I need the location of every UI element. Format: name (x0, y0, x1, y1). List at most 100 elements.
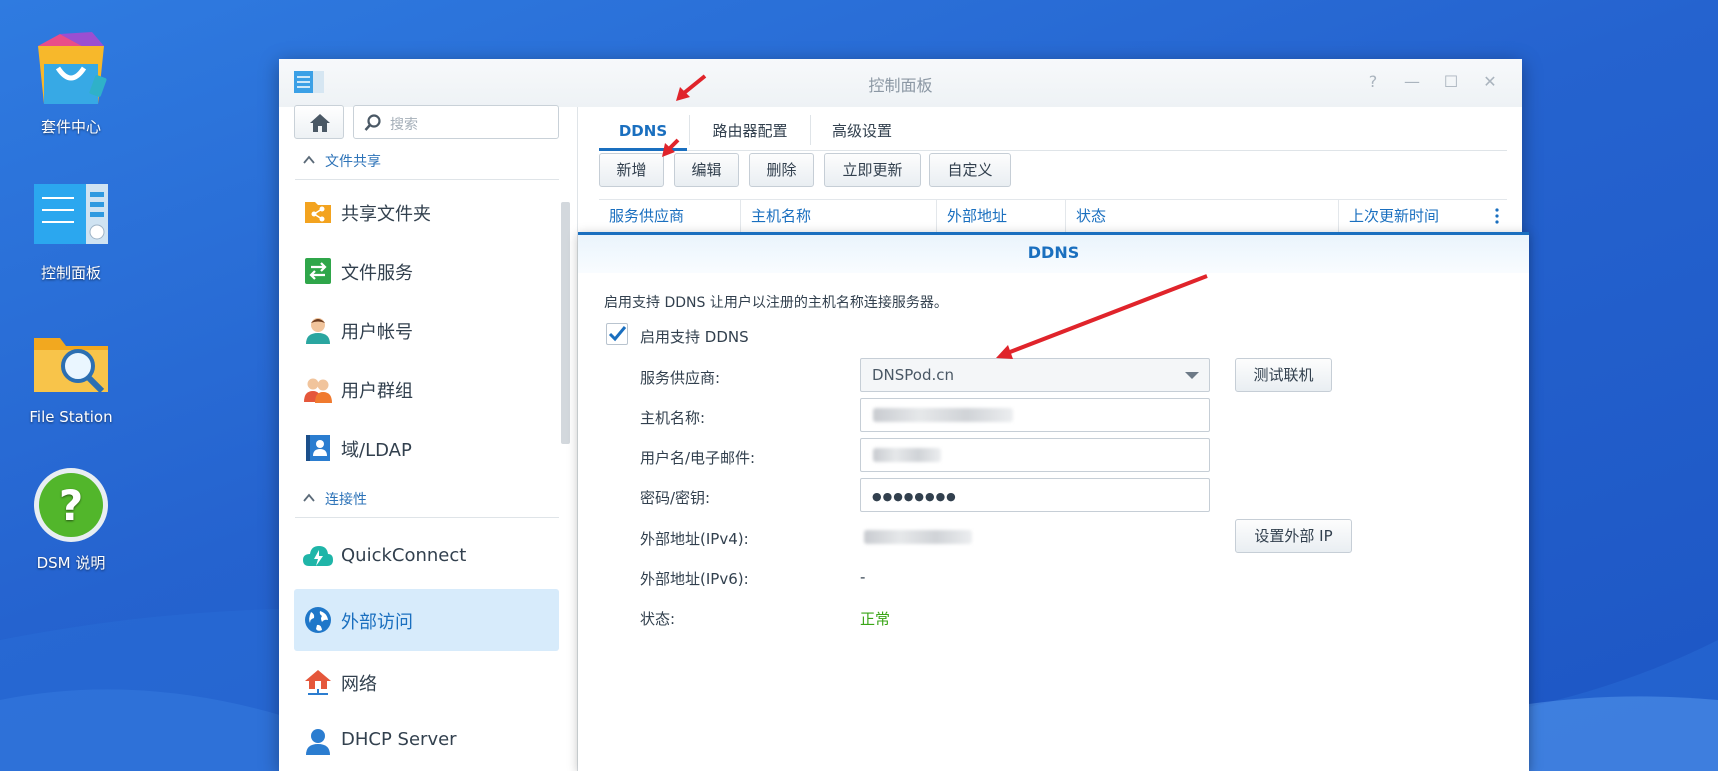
section-label: 文件共享 (325, 154, 381, 170)
sidebar-item-label: 用户帐号 (341, 322, 413, 343)
column-header[interactable]: 状态 (1065, 200, 1338, 232)
sidebar-item-quickconnect[interactable]: QuickConnect (294, 526, 559, 588)
user-icon (306, 318, 330, 344)
checkmark-icon (608, 326, 627, 342)
network-icon (305, 670, 331, 695)
delete-button[interactable]: 删除 (749, 153, 814, 187)
ipv6-value: - (860, 568, 866, 586)
update-now-button[interactable]: 立即更新 (824, 153, 921, 187)
username-input[interactable] (860, 438, 1210, 472)
tab-ddns[interactable]: DDNS (599, 111, 687, 151)
column-header[interactable]: 服务供应商 (599, 200, 740, 232)
sidebar-item-dhcp[interactable]: DHCP Server (294, 710, 559, 771)
add-button[interactable]: 新增 (599, 153, 664, 187)
redacted-text (873, 448, 941, 462)
maximize-button[interactable]: ☐ (1440, 71, 1462, 93)
ipv6-label: 外部地址(IPv6): (640, 570, 749, 588)
ipv4-label: 外部地址(IPv4): (640, 530, 749, 548)
group-icon (304, 378, 332, 403)
enable-ddns-label[interactable]: 启用支持 DDNS (640, 326, 749, 347)
desktop-icon-label: DSM 说明 (36, 554, 106, 572)
sidebar-item-group[interactable]: 用户群组 (294, 358, 559, 420)
help-button[interactable]: ? (1362, 71, 1384, 93)
sidebar: 搜索 文件共享 共享文件夹 文件服务 用户帐号 用户群组 域/LDAP 连接性 (279, 105, 578, 771)
dsm-help-icon: ? (30, 464, 112, 546)
desktop-icon-file-station[interactable]: File Station (6, 320, 136, 426)
redacted-text (873, 408, 1013, 422)
tab-separator (810, 115, 811, 145)
window-title: 控制面板 (868, 76, 933, 95)
sidebar-item-external-access[interactable]: 外部访问 (294, 589, 559, 651)
provider-value: DNSPod.cn (872, 366, 955, 384)
desktop-icon-label: 控制面板 (40, 264, 101, 282)
section-connectivity[interactable]: 连接性 (303, 489, 367, 513)
quickconnect-icon (303, 546, 333, 566)
status-value: 正常 (860, 610, 891, 628)
close-button[interactable]: ✕ (1479, 71, 1501, 93)
divider (295, 517, 559, 518)
provider-select[interactable]: DNSPod.cn (860, 358, 1210, 392)
file-services-icon (305, 258, 331, 284)
password-input[interactable]: ●●●●●●●● (860, 478, 1210, 512)
desktop-icon-label: 套件中心 (40, 118, 101, 136)
tab-advanced[interactable]: 高级设置 (812, 111, 912, 151)
sidebar-item-label: 用户群组 (341, 381, 413, 402)
sidebar-item-label: 网络 (341, 674, 377, 695)
tab-router-config[interactable]: 路由器配置 (691, 111, 809, 151)
sidebar-scrollbar[interactable] (561, 202, 570, 444)
customize-button[interactable]: 自定义 (929, 153, 1011, 187)
column-header[interactable]: 外部地址 (936, 200, 1065, 232)
sidebar-item-label: 域/LDAP (341, 440, 412, 461)
sidebar-item-network[interactable]: 网络 (294, 651, 559, 713)
window-titlebar[interactable]: 控制面板 ? — ☐ ✕ (279, 59, 1522, 107)
password-value: ●●●●●●●● (872, 490, 957, 503)
dialog-description: 启用支持 DDNS 让用户以注册的主机名称连接服务器。 (604, 295, 948, 311)
sidebar-item-label: DHCP Server (341, 729, 457, 750)
redacted-text (864, 530, 972, 544)
column-header[interactable]: 主机名称 (740, 200, 936, 232)
desktop-icon-dsm-help[interactable]: ? DSM 说明 (6, 464, 136, 573)
search-input[interactable]: 搜索 (353, 105, 559, 139)
sidebar-item-shared-folder[interactable]: 共享文件夹 (294, 181, 559, 243)
chevron-down-icon (1185, 372, 1199, 379)
divider (295, 179, 559, 180)
column-header[interactable]: 上次更新时间 (1338, 200, 1484, 232)
sidebar-item-file-services[interactable]: 文件服务 (294, 240, 559, 302)
hostname-label: 主机名称: (640, 409, 706, 427)
control-panel-icon (30, 174, 112, 256)
ddns-dialog: DDNS 启用支持 DDNS 让用户以注册的主机名称连接服务器。 启用支持 DD… (578, 232, 1529, 771)
dhcp-icon (306, 729, 330, 755)
svg-text:?: ? (59, 481, 83, 530)
tab-bar: DDNS 路由器配置 高级设置 (599, 111, 1507, 151)
search-icon (364, 114, 381, 131)
column-menu-icon[interactable] (1495, 208, 1499, 224)
section-label: 连接性 (325, 492, 367, 508)
dialog-title: DDNS (578, 235, 1529, 273)
search-placeholder: 搜索 (390, 117, 418, 133)
provider-label: 服务供应商: (640, 369, 721, 387)
desktop-icon-control-panel[interactable]: 控制面板 (6, 174, 136, 283)
sidebar-item-user[interactable]: 用户帐号 (294, 299, 559, 361)
ldap-icon (306, 435, 330, 461)
home-button[interactable] (294, 105, 344, 139)
desktop-icon-package-center[interactable]: 套件中心 (6, 28, 136, 137)
sidebar-item-label: 文件服务 (341, 263, 413, 284)
minimize-button[interactable]: — (1401, 71, 1423, 93)
test-connection-button[interactable]: 测试联机 (1235, 358, 1332, 392)
table-header: 服务供应商 主机名称 外部地址 状态 上次更新时间 (599, 199, 1507, 235)
chevron-up-icon (303, 155, 315, 164)
username-label: 用户名/电子邮件: (640, 449, 756, 467)
password-label: 密码/密钥: (640, 489, 711, 507)
status-label: 状态: (640, 610, 676, 628)
sidebar-item-label: 共享文件夹 (341, 204, 431, 225)
globe-icon (305, 607, 331, 633)
section-file-sharing[interactable]: 文件共享 (303, 151, 381, 175)
set-external-ip-button[interactable]: 设置外部 IP (1235, 519, 1352, 553)
edit-button[interactable]: 编辑 (674, 153, 739, 187)
chevron-up-icon (303, 493, 315, 502)
sidebar-item-ldap[interactable]: 域/LDAP (294, 417, 559, 479)
package-center-icon (30, 28, 112, 110)
enable-ddns-checkbox[interactable] (606, 323, 628, 345)
hostname-input[interactable] (860, 398, 1210, 432)
sidebar-item-label: QuickConnect (341, 545, 467, 566)
